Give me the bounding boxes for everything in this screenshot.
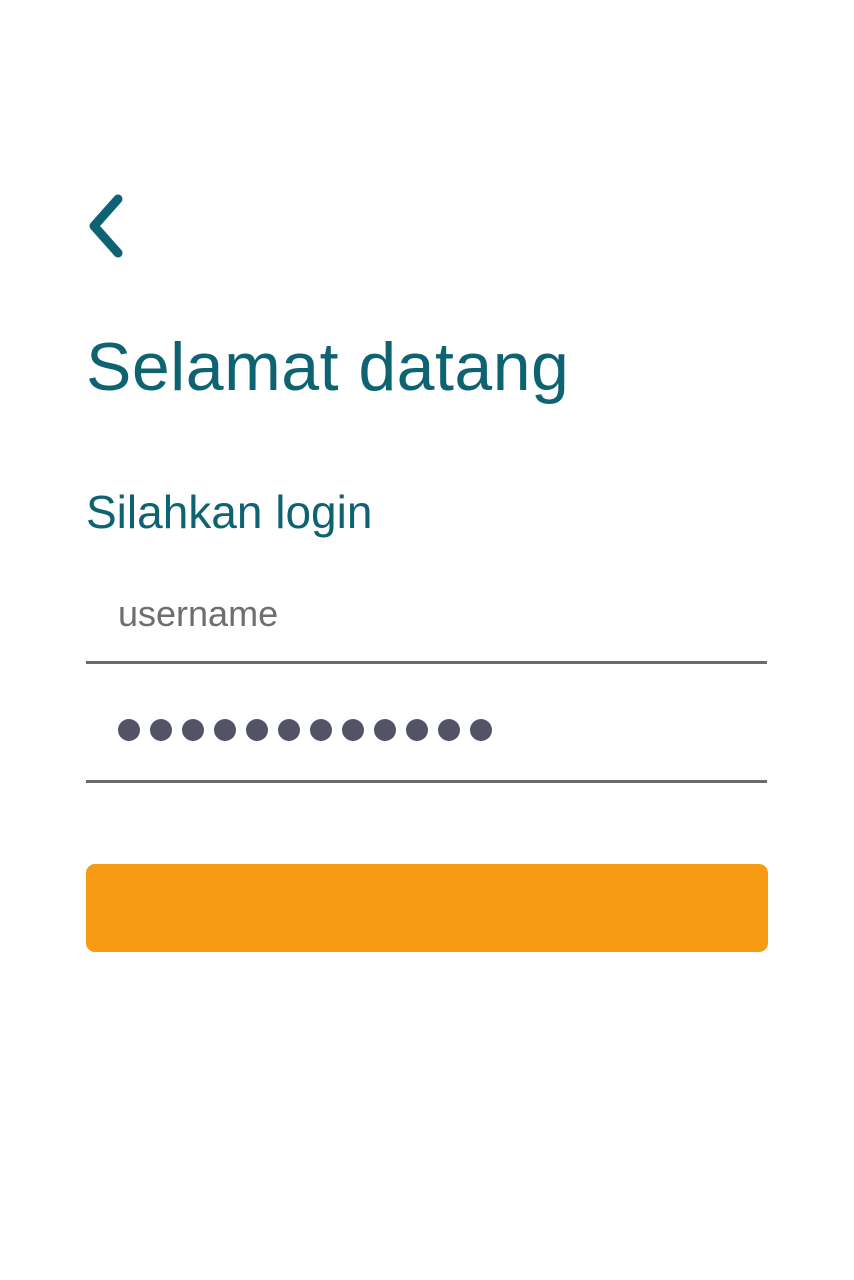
password-mask-dot — [118, 719, 140, 741]
password-mask-dot — [470, 719, 492, 741]
password-mask-dot — [406, 719, 428, 741]
login-button[interactable] — [86, 864, 768, 952]
password-mask-dot — [278, 719, 300, 741]
username-input[interactable] — [86, 584, 767, 644]
password-mask-dot — [374, 719, 396, 741]
password-mask-dot — [342, 719, 364, 741]
password-mask-dot — [246, 719, 268, 741]
password-mask-dot — [310, 719, 332, 741]
password-mask-dot — [150, 719, 172, 741]
chevron-left-icon — [86, 193, 126, 259]
password-mask-dot — [214, 719, 236, 741]
page-title: Selamat datang — [86, 329, 570, 405]
username-field-container — [86, 584, 767, 664]
back-button[interactable] — [78, 188, 134, 264]
password-mask-dot — [182, 719, 204, 741]
password-mask — [118, 719, 492, 741]
password-field[interactable] — [86, 700, 767, 783]
password-mask-dot — [438, 719, 460, 741]
login-subtitle: Silahkan login — [86, 486, 373, 538]
